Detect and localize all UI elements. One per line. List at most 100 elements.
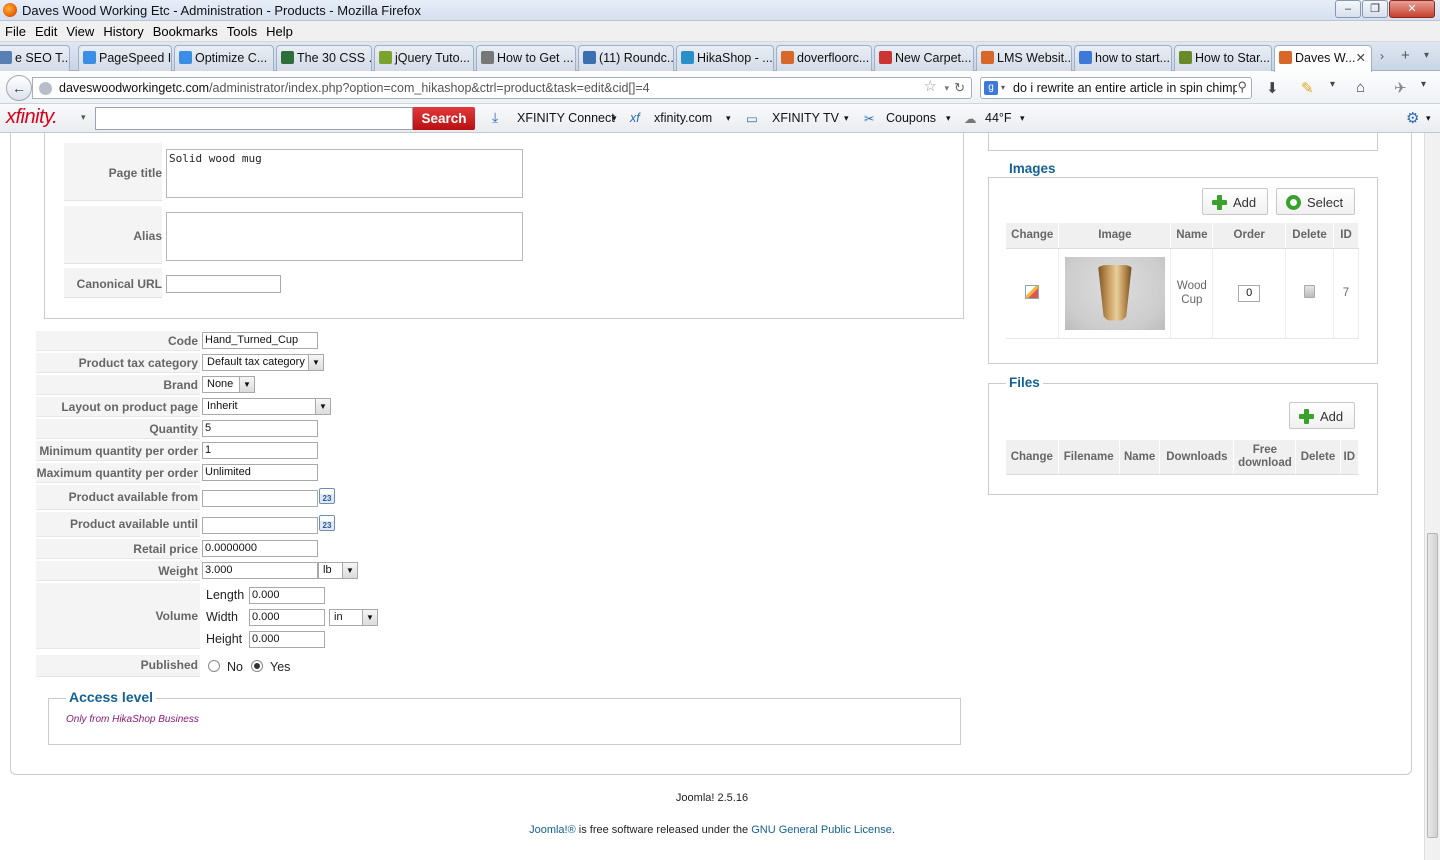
- xfinity-logo[interactable]: xfinity.: [6, 106, 58, 129]
- xfinity-com-link[interactable]: xfinity.com: [654, 111, 712, 125]
- trash-icon[interactable]: [1304, 285, 1316, 298]
- bookmark-star-icon[interactable]: ☆: [924, 77, 937, 97]
- calendar-icon[interactable]: 23: [319, 488, 335, 504]
- available-until-field[interactable]: [202, 517, 318, 534]
- tv-dropdown-icon[interactable]: ▾: [844, 113, 849, 124]
- published-yes-radio[interactable]: [251, 660, 263, 672]
- coupons-dropdown-icon[interactable]: ▾: [946, 113, 951, 124]
- file-add-button[interactable]: Add: [1289, 402, 1355, 429]
- image-add-button[interactable]: Add: [1202, 188, 1268, 215]
- download-icon[interactable]: ⬇: [1266, 79, 1279, 97]
- xfinity-search-input[interactable]: [95, 107, 413, 130]
- weather-temp-link[interactable]: 44°F: [985, 111, 1012, 125]
- tab-7[interactable]: HikaShop - ...: [676, 45, 774, 71]
- order-field[interactable]: 0: [1238, 284, 1261, 302]
- menu-bookmarks[interactable]: Bookmarks: [148, 21, 222, 39]
- published-no-radio[interactable]: [208, 660, 220, 672]
- tab-2[interactable]: Optimize C...: [174, 45, 274, 71]
- retail-price-label: Retail price: [133, 542, 198, 556]
- site-identity-icon[interactable]: [39, 82, 52, 95]
- code-field[interactable]: Hand_Turned_Cup: [202, 332, 318, 349]
- search-icon[interactable]: ⚲: [1237, 78, 1247, 97]
- minimize-button[interactable]: –: [1335, 0, 1361, 18]
- tab-4[interactable]: jQuery Tuto...: [374, 45, 474, 71]
- tab-scroll-right-icon[interactable]: ›: [1380, 49, 1384, 63]
- maximize-button[interactable]: ❐: [1362, 0, 1388, 18]
- home-icon[interactable]: ⌂: [1356, 79, 1365, 96]
- pencil-dropdown-icon[interactable]: ▾: [1330, 79, 1335, 90]
- tab-0[interactable]: e SEO T...: [0, 45, 70, 71]
- weather-dropdown-icon[interactable]: ▾: [1020, 113, 1025, 124]
- tax-category-select[interactable]: Default tax category ▼: [202, 354, 324, 371]
- alias-field[interactable]: [166, 212, 523, 261]
- tab-11[interactable]: how to start...: [1074, 45, 1172, 71]
- xfinity-toolbar: xfinity. ▾ Search ⤓ XFINITY Connect ▾ xf…: [0, 104, 1440, 133]
- max-quantity-field[interactable]: Unlimited: [202, 464, 318, 481]
- xfinity-tv-link[interactable]: XFINITY TV: [772, 111, 839, 125]
- tab-5[interactable]: How to Get ...: [476, 45, 576, 71]
- coupons-link[interactable]: Coupons: [886, 111, 936, 125]
- xfinity-search-button[interactable]: Search: [413, 107, 475, 130]
- tab-6[interactable]: (11) Roundc...: [578, 45, 674, 71]
- weight-unit-select[interactable]: lb ▼: [318, 562, 358, 579]
- tab-list-icon[interactable]: ▾: [1424, 50, 1429, 61]
- tab-13[interactable]: Daves W... ✕: [1274, 45, 1372, 72]
- google-icon[interactable]: g: [984, 81, 998, 95]
- gear-icon[interactable]: ⚙: [1406, 109, 1419, 127]
- menu-help[interactable]: Help: [261, 21, 297, 39]
- addon-dropdown-icon[interactable]: ▾: [1421, 79, 1426, 90]
- menu-history[interactable]: History: [98, 21, 147, 39]
- weight-field[interactable]: 3.000: [202, 562, 318, 579]
- dimension-unit-select[interactable]: in ▼: [329, 609, 378, 626]
- tab-12[interactable]: How to Star...: [1174, 45, 1272, 71]
- menu-file[interactable]: File: [0, 21, 30, 39]
- image-select-button[interactable]: Select: [1276, 188, 1355, 215]
- published-no-label[interactable]: No: [227, 660, 243, 674]
- menu-edit[interactable]: Edit: [30, 21, 61, 39]
- menu-view[interactable]: View: [61, 21, 98, 39]
- new-tab-icon[interactable]: +: [1401, 47, 1410, 64]
- close-window-button[interactable]: ✕: [1389, 0, 1435, 18]
- gpl-link[interactable]: GNU General Public License: [751, 824, 892, 836]
- xfinity-menu-dropdown-icon[interactable]: ▾: [81, 112, 86, 123]
- edit-icon[interactable]: [1025, 284, 1040, 299]
- download-tray-icon[interactable]: ⤓: [492, 109, 498, 126]
- page-title-field[interactable]: Solid wood mug: [166, 149, 523, 198]
- connect-dropdown-icon[interactable]: ▾: [612, 113, 617, 124]
- tab-1[interactable]: PageSpeed I...: [78, 45, 172, 71]
- url-dropdown-icon[interactable]: ▾: [944, 78, 949, 98]
- joomla-link[interactable]: Joomla!®: [529, 824, 576, 836]
- gear-dropdown-icon[interactable]: ▾: [1426, 113, 1431, 124]
- addon-icon[interactable]: ✈: [1394, 79, 1407, 97]
- product-thumbnail[interactable]: [1064, 256, 1165, 330]
- brand-select[interactable]: None ▼: [202, 376, 255, 393]
- available-from-field[interactable]: [202, 490, 318, 507]
- tab-3[interactable]: The 30 CSS ...: [276, 45, 372, 71]
- url-bar[interactable]: daveswoodworkingetc.com/administrator/in…: [32, 77, 972, 99]
- published-yes-label[interactable]: Yes: [270, 660, 290, 674]
- length-field[interactable]: 0.000: [249, 587, 325, 604]
- tab-8[interactable]: doverfloorc...: [776, 45, 872, 71]
- retail-price-field[interactable]: 0.0000000: [202, 540, 318, 557]
- tab-9[interactable]: New Carpet...: [874, 45, 974, 71]
- layout-select[interactable]: Inherit ▼: [202, 398, 331, 415]
- search-bar[interactable]: g ▾ do i rewrite an entire article in sp…: [980, 77, 1252, 99]
- layout-row: Layout on product page: [36, 397, 200, 417]
- min-quantity-field[interactable]: 1: [202, 442, 318, 459]
- height-field[interactable]: 0.000: [249, 631, 325, 648]
- xfinitycom-dropdown-icon[interactable]: ▾: [726, 113, 731, 124]
- pencil-icon[interactable]: ✎: [1301, 79, 1314, 97]
- search-engine-dropdown-icon[interactable]: ▾: [1001, 78, 1005, 98]
- menu-tools[interactable]: Tools: [222, 21, 261, 39]
- quantity-field[interactable]: 5: [202, 420, 318, 437]
- canonical-url-field[interactable]: [166, 275, 281, 293]
- tab-10[interactable]: LMS Websit...: [976, 45, 1072, 71]
- xfinity-connect-link[interactable]: XFINITY Connect: [517, 111, 615, 125]
- close-tab-icon[interactable]: ✕: [1356, 46, 1366, 70]
- reload-icon[interactable]: ↻: [954, 78, 965, 98]
- calendar-icon[interactable]: 23: [319, 515, 335, 531]
- vertical-scrollbar[interactable]: [1424, 133, 1440, 860]
- back-button[interactable]: ←: [6, 75, 32, 101]
- scrollbar-thumb[interactable]: [1427, 533, 1438, 838]
- width-field[interactable]: 0.000: [249, 609, 325, 626]
